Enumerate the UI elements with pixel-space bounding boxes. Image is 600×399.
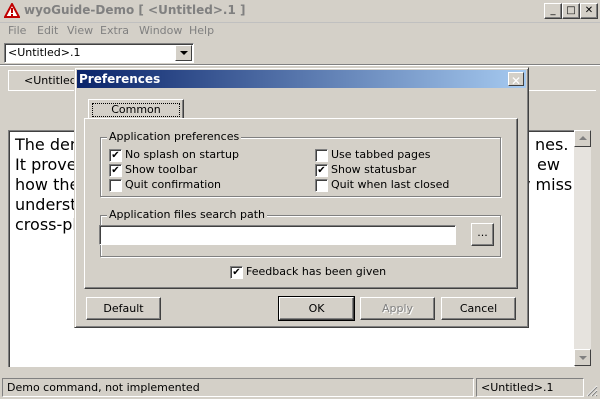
feedback-label[interactable]: Feedback has been given xyxy=(246,265,386,278)
ok-button[interactable]: OK xyxy=(278,296,355,321)
document-selector-dropdown-button[interactable] xyxy=(175,45,192,61)
default-button[interactable]: Default xyxy=(86,297,161,320)
scroll-down-button[interactable] xyxy=(574,349,591,366)
show-toolbar-label[interactable]: Show toolbar xyxy=(125,163,197,176)
editor-line: how the xyxy=(15,175,80,194)
scroll-up-button[interactable] xyxy=(574,130,591,147)
tabbed-pages-checkbox[interactable] xyxy=(315,149,328,162)
no-splash-checkbox[interactable]: ✔ xyxy=(109,149,122,162)
browse-button[interactable]: ... xyxy=(471,223,494,246)
arrow-down-icon xyxy=(579,356,587,360)
menu-file[interactable]: File xyxy=(8,24,26,37)
no-splash-label[interactable]: No splash on startup xyxy=(125,148,239,161)
feedback-checkbox[interactable]: ✔ xyxy=(230,266,243,279)
checkmark-icon: ✔ xyxy=(317,165,326,176)
common-tab-panel: Application preferences ✔ No splash on s… xyxy=(84,118,518,289)
minimize-icon: _ xyxy=(550,5,556,16)
dialog-titlebar[interactable]: Preferences ✕ xyxy=(77,70,526,88)
dialog-close-button[interactable]: ✕ xyxy=(508,72,524,88)
status-message: Demo command, not implemented xyxy=(7,381,200,394)
quit-last-closed-checkbox[interactable] xyxy=(315,179,328,192)
menu-edit[interactable]: Edit xyxy=(37,24,58,37)
window-title: wyoGuide-Demo [ <Untitled>.1 ] xyxy=(24,3,246,17)
menu-extra[interactable]: Extra xyxy=(100,24,129,37)
show-statusbar-label[interactable]: Show statusbar xyxy=(331,163,416,176)
checkmark-icon: ✔ xyxy=(111,165,120,176)
resize-grip-icon[interactable] xyxy=(586,385,598,397)
maximize-button[interactable]: □ xyxy=(562,3,580,19)
dialog-title: Preferences xyxy=(79,72,161,86)
menu-view[interactable]: View xyxy=(67,24,93,37)
close-button[interactable]: ✕ xyxy=(580,3,598,19)
editor-vertical-scrollbar[interactable] xyxy=(574,130,591,366)
menu-bar: File Edit View Extra Window Help xyxy=(0,22,600,40)
preferences-dialog: Preferences ✕ Common Application prefere… xyxy=(74,67,529,328)
quit-last-closed-label[interactable]: Quit when last closed xyxy=(331,178,449,191)
editor-line-tail: nes. xyxy=(535,135,569,154)
window-titlebar[interactable]: wyoGuide-Demo [ <Untitled>.1 ] _ □ ✕ xyxy=(0,0,600,23)
menu-window[interactable]: Window xyxy=(139,24,182,37)
search-path-input[interactable] xyxy=(99,225,456,245)
tab-common-label: Common xyxy=(111,103,161,116)
minimize-button[interactable]: _ xyxy=(544,3,562,19)
checkmark-icon: ✔ xyxy=(111,150,120,161)
quit-confirmation-label[interactable]: Quit confirmation xyxy=(125,178,221,191)
app-warning-icon xyxy=(4,3,20,18)
checkmark-icon: ✔ xyxy=(232,267,241,278)
toolbar-divider xyxy=(0,64,600,66)
quit-confirmation-checkbox[interactable] xyxy=(109,179,122,192)
close-icon: ✕ xyxy=(511,74,522,88)
document-selector[interactable]: <Untitled>.1 xyxy=(4,43,194,63)
editor-line-tail: ew xyxy=(537,155,560,174)
status-bar: Demo command, not implemented <Untitled>… xyxy=(0,376,600,399)
show-toolbar-checkbox[interactable]: ✔ xyxy=(109,164,122,177)
status-message-pane: Demo command, not implemented xyxy=(2,378,474,397)
chevron-down-icon xyxy=(180,51,188,55)
search-path-group-label: Application files search path xyxy=(107,208,267,221)
tab-common[interactable]: Common xyxy=(88,99,184,119)
document-selector-value: <Untitled>.1 xyxy=(8,46,81,59)
arrow-up-icon xyxy=(579,136,587,140)
apply-button[interactable]: Apply xyxy=(360,297,435,320)
status-document: <Untitled>.1 xyxy=(481,381,554,394)
maximize-icon: □ xyxy=(566,5,576,16)
close-icon: ✕ xyxy=(584,5,594,16)
app-prefs-group: Application preferences ✔ No splash on s… xyxy=(100,130,501,197)
status-document-pane: <Untitled>.1 xyxy=(476,378,584,397)
menu-help[interactable]: Help xyxy=(189,24,214,37)
tabbed-pages-label[interactable]: Use tabbed pages xyxy=(331,148,431,161)
app-prefs-group-label: Application preferences xyxy=(107,130,242,143)
cancel-button[interactable]: Cancel xyxy=(441,297,516,320)
show-statusbar-checkbox[interactable]: ✔ xyxy=(315,164,328,177)
